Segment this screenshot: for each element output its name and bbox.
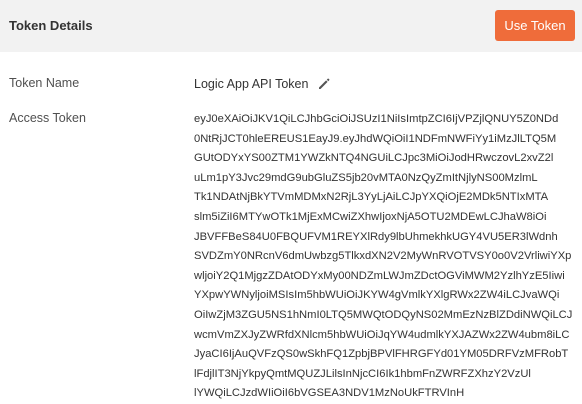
access-token-line: OiIwZjM3ZGU5NS1hNmI0LTQ5MWQtODQyNS02MmEz… [194,308,572,321]
token-name-value: Logic App API Token [194,77,309,91]
access-token-line: eyJ0eXAiOiJKV1QiLCJhbGciOiJSUzI1NiIsImtp… [194,113,559,125]
access-token-line: JyaCI6IjAuQVFzQS0wSkhFQ1ZpbjBPVlFHRGFYd0… [194,348,569,361]
token-name-row: Logic App API Token [194,76,331,92]
token-name-label: Token Name [9,76,80,90]
access-token-line: lYWQiLCJzdWIiOiI6bVGSEA3NDV1MzNoUkFTRVIn… [194,387,465,400]
access-token-line: YXpwYWNyljoiMSIsIm5hbWUiOiJKYW4gVmlkYXlg… [194,289,560,302]
access-token-value: eyJ0eXAiOiJKV1QiLCJhbGciOiJSUzI1NiIsImtp… [194,110,572,404]
use-token-button[interactable]: Use Token [495,10,575,41]
access-token-line: wcmVmZXJyZWRfdXNlcm5hbWUiOiJqYW4udmlkYXJ… [194,328,570,341]
access-token-line: JBVFFBeS84U0FBQUFVM1REYXlRdy9lbUhmekhkUG… [194,230,558,243]
access-token-line: GUtODYxYS00ZTM1YWZkNTQ4NGUiLCJpc3MiOiJod… [194,152,554,165]
access-token-line: uLm1pY3Jvc29mdG9ubGluZS5jb20vMTA0NzQyZmI… [194,171,538,184]
header-bar: Token Details Use Token [0,0,582,52]
access-token-line: slm5iZiI6MTYwOTk1MjExMCwiZXhwIjoxNjA5OTU… [194,210,547,223]
access-token-line: 0NtRjJCT0hleEREUS1EayJ9.eyJhdWQiOiI1NDFm… [194,132,557,145]
access-token-line: lFdjlIT3NjYkpyQmtMQUZJLilsInNjcCI6Ik1hbm… [194,367,531,380]
access-token-line: SVDZmY0NRcnV6dmUwbzg5TlkxdXN2V2MyWnRVOTV… [194,250,572,263]
pencil-icon[interactable] [317,77,331,91]
access-token-line: Tk1NDAtNjBkYTVmMDMxN2RjL3YyLjAiLCJpYXQiO… [194,191,549,204]
page-title: Token Details [9,18,93,33]
access-token-label: Access Token [9,111,86,125]
access-token-line: wljoiY2Q1MjgzZDAtODYxMy00NDZmLWJmZDctOGV… [194,269,565,282]
